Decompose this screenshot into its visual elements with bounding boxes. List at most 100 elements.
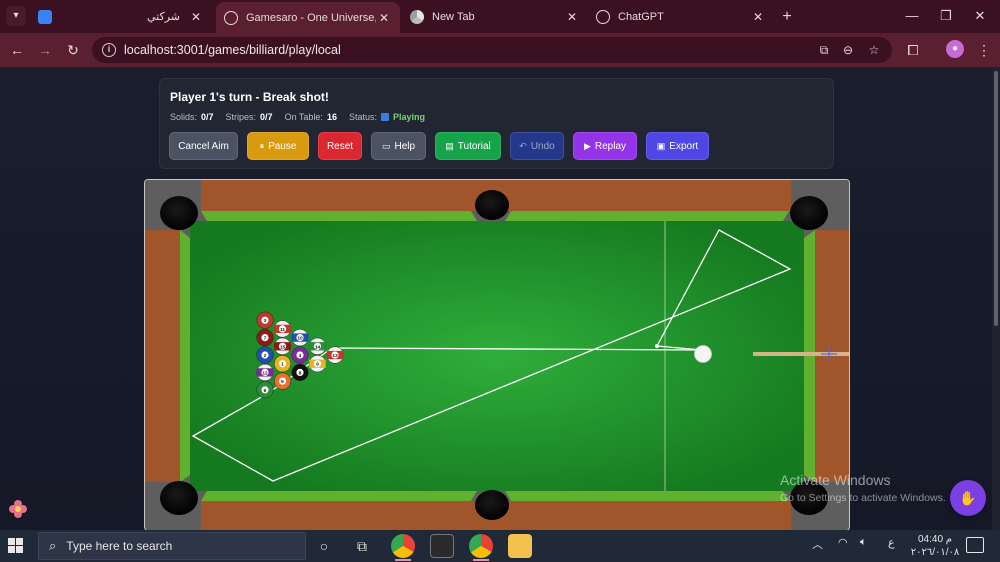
restore-icon[interactable]: ❐ xyxy=(935,6,957,26)
ball-number: 5 xyxy=(281,379,284,385)
ball-number: 10 xyxy=(297,336,303,342)
chrome-profile-taskbar-icon[interactable] xyxy=(469,534,493,561)
taskbar-search-box[interactable]: ⌕ Type here to search xyxy=(38,532,306,560)
status-stat: Status: Playing xyxy=(348,112,425,122)
notifications-icon[interactable] xyxy=(966,537,984,553)
volume-icon[interactable]: 🔈︎ xyxy=(860,536,867,549)
tab-sharikati[interactable]: شركتي ✕ xyxy=(30,0,212,33)
ball-number: 12 xyxy=(262,370,268,376)
pocket-top-left xyxy=(160,196,198,230)
activate-windows-title: Activate Windows xyxy=(780,472,891,488)
activate-windows-subtitle: Go to Settings to activate Windows. xyxy=(780,492,946,504)
scrollbar-thumb[interactable] xyxy=(994,71,998,326)
on-table-stat: On Table: 16 xyxy=(284,112,337,122)
game-controls: Cancel Aim ⏸ Pause Reset ▭ Help ▤ Tutorial … xyxy=(169,132,718,160)
ball-number: 6 xyxy=(264,388,267,394)
extension-flower-icon[interactable] xyxy=(8,499,28,519)
tutorial-button[interactable]: ▤ Tutorial xyxy=(435,132,501,160)
site-info-icon[interactable]: i xyxy=(102,43,116,57)
box-app-icon[interactable] xyxy=(430,534,454,558)
help-button[interactable]: ▭ Help xyxy=(371,132,426,160)
cue-ball[interactable] xyxy=(694,345,712,363)
zoom-icon[interactable]: ⊖ xyxy=(840,42,856,58)
install-app-icon[interactable]: ⧉ xyxy=(816,42,832,58)
ball-13: 13 xyxy=(326,346,344,364)
ball-9: 9 xyxy=(308,355,327,373)
ball-number: 7 xyxy=(264,336,267,342)
reset-button[interactable]: Reset xyxy=(318,132,362,160)
book-icon: ▤ xyxy=(445,140,454,151)
browser-tab-strip: ▾ شركتي ✕ Gamesaro - One Universe, Mult … xyxy=(0,0,1000,33)
billiard-table-canvas[interactable]: 13 14 9 10 4 8 11 15 1 5 3 7 2 12 6 xyxy=(144,179,850,530)
assistant-fab-button[interactable]: ✋ xyxy=(950,480,986,516)
pocket-bottom-middle xyxy=(475,490,509,520)
undo-button[interactable]: ↶ Undo xyxy=(510,132,564,160)
profile-avatar-icon[interactable]: ● xyxy=(946,40,964,58)
cushion-left xyxy=(180,230,190,482)
ball-number: 11 xyxy=(280,327,285,333)
cancel-aim-button[interactable]: Cancel Aim xyxy=(169,132,238,160)
ball-11: 11 xyxy=(273,320,292,338)
pocket-top-right xyxy=(790,196,828,230)
tray-chevron-icon[interactable]: ︿ xyxy=(812,536,823,552)
export-button[interactable]: ▣ Export xyxy=(646,132,709,160)
tab-close-icon[interactable]: ✕ xyxy=(376,11,392,25)
language-indicator[interactable]: ع xyxy=(888,536,895,549)
replay-icon: ▶ xyxy=(583,140,591,151)
turn-heading: Player 1's turn - Break shot! xyxy=(170,90,329,104)
chrome-taskbar-icon[interactable] xyxy=(391,534,415,561)
tab-gamesaro[interactable]: Gamesaro - One Universe, Mult ✕ xyxy=(216,2,400,33)
ball-14: 14 xyxy=(308,337,327,355)
minimize-icon[interactable]: — xyxy=(901,6,923,26)
cushion-top-left xyxy=(201,211,477,221)
browser-menu-icon[interactable]: ⋮ xyxy=(974,40,994,60)
ball-number: 15 xyxy=(280,344,286,350)
ball-7: 7 xyxy=(256,329,274,347)
bookmark-star-icon[interactable]: ☆ xyxy=(866,42,882,58)
tab-title: شركتي xyxy=(146,11,180,23)
file-explorer-icon[interactable] xyxy=(508,534,532,558)
task-view-icon[interactable]: ⧉ xyxy=(350,534,374,558)
stripes-stat: Stripes: 0/7 xyxy=(225,112,273,122)
address-bar[interactable]: i localhost:3001/games/billiard/play/loc… xyxy=(92,37,892,63)
ball-2: 2 xyxy=(256,346,274,364)
ball-1: 1 xyxy=(273,355,292,373)
back-arrow-icon[interactable]: ← xyxy=(7,40,27,60)
tab-close-icon[interactable]: ✕ xyxy=(564,10,580,24)
windows-start-icon[interactable] xyxy=(8,538,24,554)
keyboard-icon: ▭ xyxy=(381,140,391,151)
clock-date: ٢٠٢٦/٠١/٠٨ xyxy=(910,547,960,558)
page-content: Player 1's turn - Break shot! Solids: 0/7… xyxy=(0,67,1000,530)
ball-6: 6 xyxy=(256,381,274,399)
chrome-icon xyxy=(410,9,424,24)
tab-title: Gamesaro - One Universe, Mult xyxy=(246,11,376,24)
cortana-circle-icon[interactable]: ○ xyxy=(312,534,336,558)
tab-chatgpt[interactable]: ChatGPT ✕ xyxy=(588,0,774,33)
undo-icon: ↶ xyxy=(519,140,527,151)
page-scrollbar[interactable] xyxy=(992,67,1000,530)
pocket-bottom-left xyxy=(160,481,198,515)
ball-10: 10 xyxy=(291,329,309,347)
ball-8: 8 xyxy=(291,363,309,381)
replay-button[interactable]: ▶ Replay xyxy=(573,132,637,160)
browser-toolbar: ← → ↻ i localhost:3001/games/billiard/pl… xyxy=(0,33,1000,67)
game-status-panel: Player 1's turn - Break shot! Solids: 0/7… xyxy=(159,78,834,169)
window-close-icon[interactable]: ✕ xyxy=(969,6,991,26)
new-tab-plus-icon[interactable]: + xyxy=(777,7,797,27)
billiard-table[interactable]: 131491048111515372126 xyxy=(145,180,850,530)
ball-number: 8 xyxy=(299,370,302,376)
forward-arrow-icon[interactable]: → xyxy=(35,40,55,60)
clock-time: 04:40 م xyxy=(917,534,952,545)
pause-button[interactable]: ⏸ Pause xyxy=(247,132,309,160)
tab-close-icon[interactable]: ✕ xyxy=(750,10,766,24)
extensions-puzzle-icon[interactable]: ⧠ xyxy=(903,40,923,60)
ball-3: 3 xyxy=(256,311,274,329)
tab-close-icon[interactable]: ✕ xyxy=(188,10,204,24)
game-stats: Solids: 0/7 Stripes: 0/7 On Table: 16 Statu… xyxy=(170,112,425,122)
network-icon[interactable]: ◠ xyxy=(838,536,848,549)
taskbar-clock[interactable]: 04:40 م ٢٠٢٦/٠١/٠٨ xyxy=(908,533,962,559)
search-placeholder: Type here to search xyxy=(66,539,173,553)
reload-icon[interactable]: ↻ xyxy=(63,40,83,60)
tab-new-tab[interactable]: New Tab ✕ xyxy=(402,0,588,33)
tab-search-dropdown[interactable]: ▾ xyxy=(6,6,26,26)
